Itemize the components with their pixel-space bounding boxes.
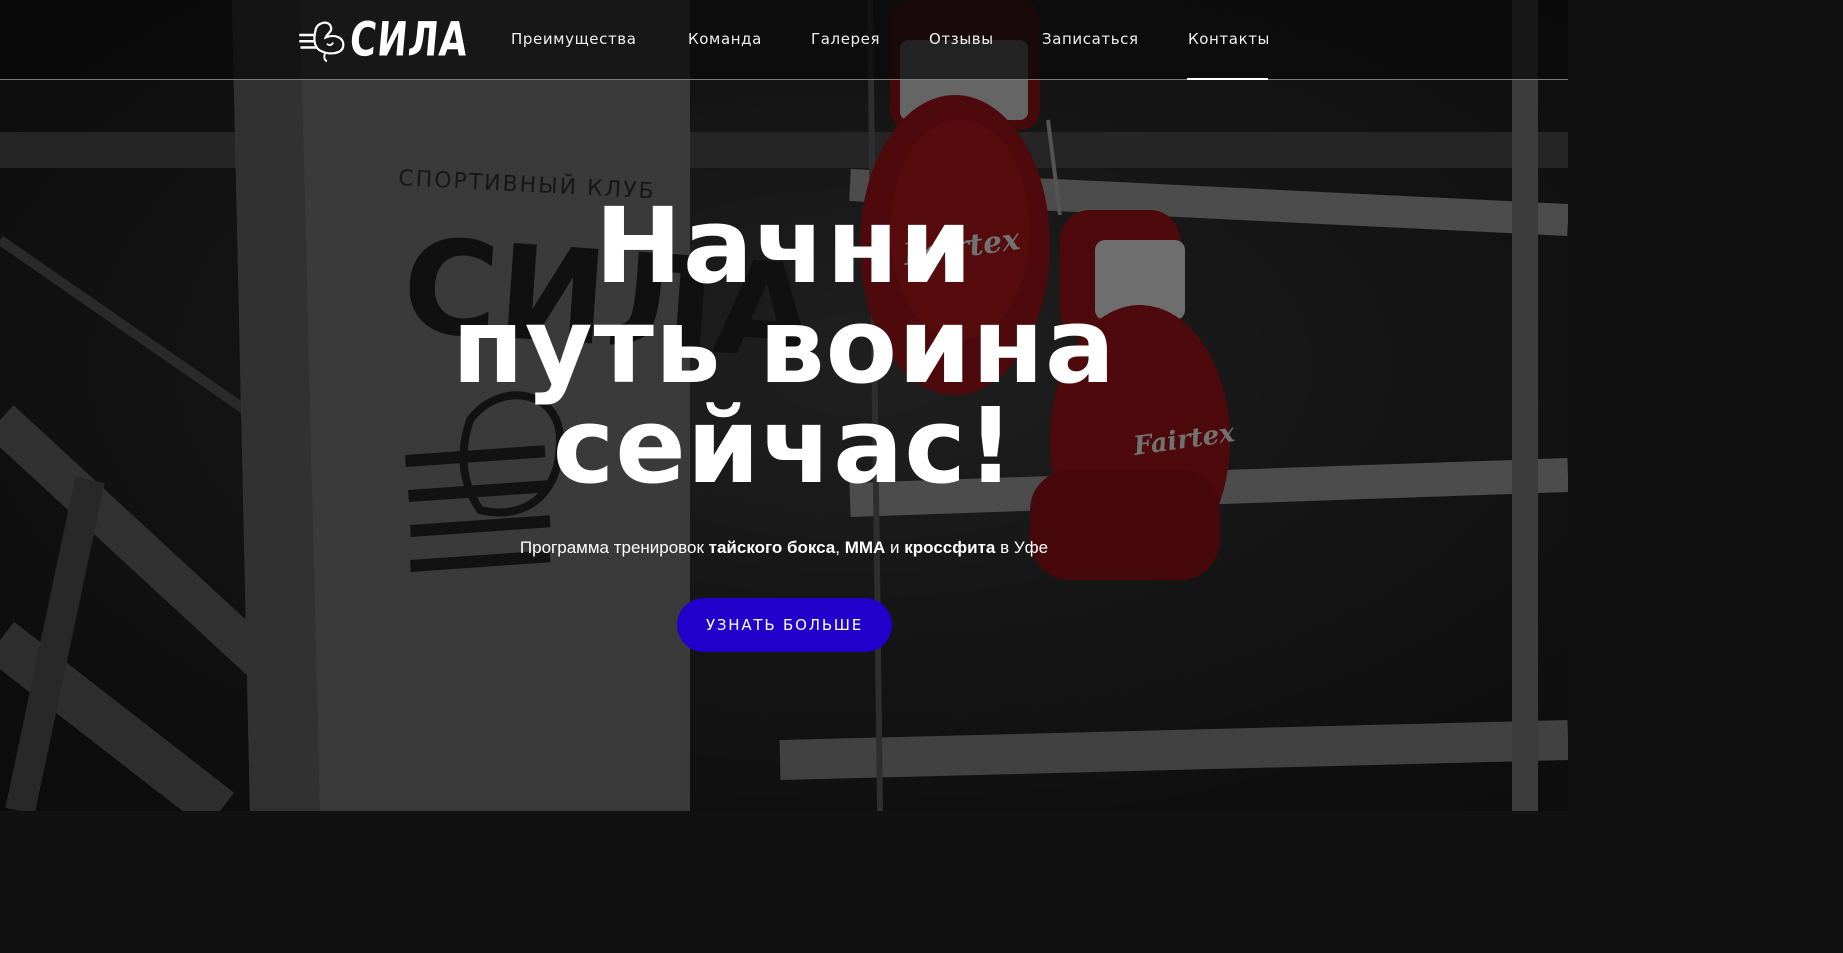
hero-title-line: путь воина [451, 285, 1117, 407]
site-header: СИЛА Преимущества Команда Галерея Отзывы… [0, 0, 1568, 80]
hero-title-line: Начни [594, 185, 974, 307]
flexed-arm-logo-icon [299, 21, 345, 63]
nav-link-gallery[interactable]: Галерея [811, 30, 880, 48]
subtitle-text: и [885, 538, 905, 557]
nav-link-advantages[interactable]: Преимущества [511, 30, 637, 48]
subtitle-text: Программа тренировок [519, 538, 709, 557]
nav-link-reviews[interactable]: Отзывы [929, 30, 994, 48]
active-nav-indicator [1187, 78, 1268, 80]
logo-text: СИЛА [347, 12, 471, 68]
learn-more-button[interactable]: УЗНАТЬ БОЛЬШЕ [677, 598, 892, 652]
nav-link-signup[interactable]: Записаться [1042, 30, 1139, 48]
hero-title-line: сейчас! [552, 385, 1016, 507]
nav-link-team[interactable]: Команда [688, 30, 762, 48]
subtitle-text: в Уфе [995, 538, 1049, 557]
subtitle-highlight-mma: ММА [844, 538, 886, 557]
hero-title: Начни путь воина сейчас! [384, 185, 1184, 507]
site-logo[interactable]: СИЛА [298, 6, 471, 74]
subtitle-highlight-crossfit: кроссфита [904, 538, 996, 557]
hero-subtitle: Программа тренировок тайского бокса, ММА… [384, 538, 1184, 558]
nav-link-contacts[interactable]: Контакты [1188, 30, 1270, 48]
subtitle-text: , [835, 538, 845, 557]
subtitle-highlight-muay-thai: тайского бокса [708, 538, 836, 557]
